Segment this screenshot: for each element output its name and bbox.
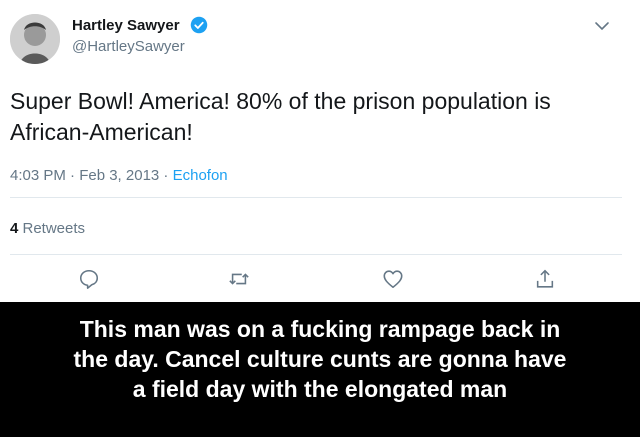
retweet-icon[interactable]	[228, 268, 250, 290]
tweet-text-line: African-American!	[10, 119, 193, 145]
tweet-card: Hartley Sawyer @HartleySawyer Super Bowl…	[0, 0, 640, 302]
retweet-stats[interactable]: 4 Retweets	[10, 220, 85, 237]
caption-line: This man was on a fucking rampage back i…	[79, 316, 561, 342]
tweet-text-line: Super Bowl! America! 80% of the prison p…	[10, 88, 551, 114]
caption-line: a field day with the elongated man	[132, 376, 508, 402]
avatar-image	[10, 14, 60, 64]
tweet-meta: 4:03 PM · Feb 3, 2013 · Echofon	[10, 167, 228, 184]
divider	[10, 197, 622, 198]
verified-badge-icon	[190, 16, 208, 34]
avatar[interactable]	[10, 14, 60, 64]
reply-icon[interactable]	[78, 268, 100, 290]
tweet-timestamp[interactable]: 4:03 PM · Feb 3, 2013 ·	[10, 167, 173, 184]
retweet-label: Retweets	[18, 220, 86, 237]
chevron-down-icon[interactable]	[594, 18, 610, 34]
meme-caption: This man was on a fucking rampage back i…	[0, 314, 640, 404]
caption-line: the day. Cancel culture cunts are gonna …	[73, 346, 567, 372]
share-icon[interactable]	[534, 268, 556, 290]
divider	[10, 254, 622, 255]
tweet-source-link[interactable]: Echofon	[173, 167, 228, 184]
tweet-text: Super Bowl! America! 80% of the prison p…	[10, 86, 630, 148]
display-name[interactable]: Hartley Sawyer	[72, 17, 180, 34]
handle[interactable]: @HartleySawyer	[72, 38, 185, 55]
like-icon[interactable]	[382, 268, 404, 290]
